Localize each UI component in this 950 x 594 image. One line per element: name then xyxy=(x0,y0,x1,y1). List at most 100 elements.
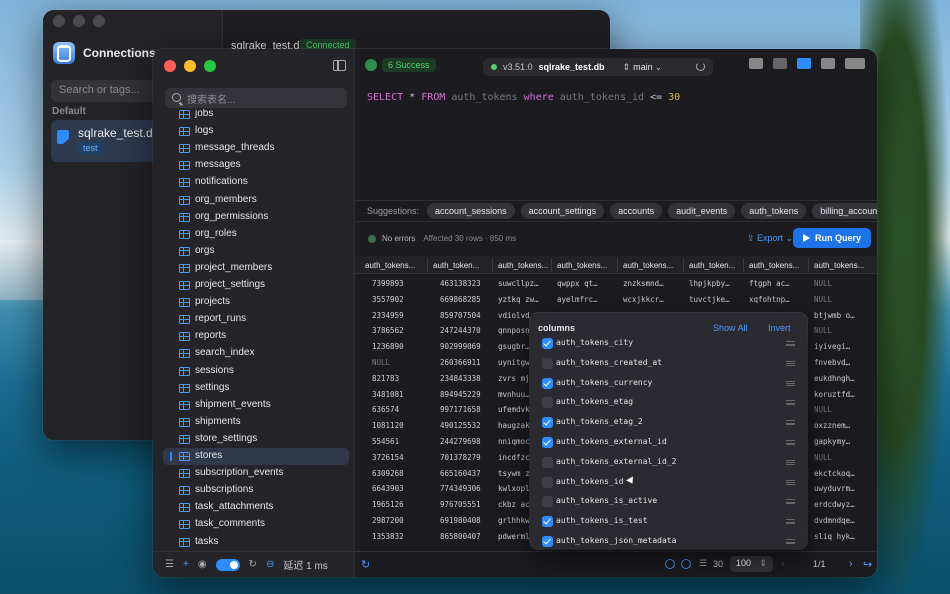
limit-stepper[interactable]: 100 ⇕ xyxy=(730,556,773,572)
sidebar-item-org_roles[interactable]: org_roles xyxy=(163,226,349,243)
eye-icon[interactable]: ◉ xyxy=(198,559,207,570)
column-toggle-item[interactable]: auth_tokens_is_active xyxy=(530,492,807,512)
checkbox[interactable] xyxy=(542,338,553,349)
table-cell[interactable]: dvdmndqe… xyxy=(814,516,855,525)
drag-handle-icon[interactable] xyxy=(786,440,795,445)
sidebar-item-shipment_events[interactable]: shipment_events xyxy=(163,397,349,414)
column-header[interactable]: auth_tokens... xyxy=(557,261,607,270)
table-cell[interactable]: 3481081 xyxy=(372,390,404,399)
sql-editor[interactable]: SELECT * FROM auth_tokens where auth_tok… xyxy=(355,84,877,200)
table-cell[interactable]: 1353832 xyxy=(372,532,404,541)
table-cell[interactable]: 3557902 xyxy=(372,295,404,304)
column-toggle-item[interactable]: auth_tokens_json_metadata xyxy=(530,532,807,549)
drag-handle-icon[interactable] xyxy=(786,499,795,505)
table-cell[interactable]: NULL xyxy=(814,405,832,414)
suggestion-chip[interactable]: auth_tokens xyxy=(741,203,807,219)
column-header[interactable]: auth_token... xyxy=(433,261,479,270)
column-toggle-item[interactable]: auth_tokens_city xyxy=(530,334,807,354)
column-resize-handle[interactable] xyxy=(551,258,552,272)
table-cell[interactable]: nniqmoc… xyxy=(498,437,534,446)
table-cell[interactable]: 6309268 xyxy=(372,469,404,478)
table-cell[interactable]: 701378279 xyxy=(440,453,481,462)
column-toggle-item[interactable]: auth_tokens_is_test xyxy=(530,512,807,532)
column-header[interactable]: auth_tokens... xyxy=(623,261,673,270)
checkbox[interactable] xyxy=(542,476,553,488)
table-cell[interactable]: 1965126 xyxy=(372,500,404,509)
column-resize-handle[interactable] xyxy=(808,258,809,272)
table-cell[interactable]: uynitgw… xyxy=(498,358,534,367)
table-cell[interactable]: xqfohtnp… xyxy=(749,295,790,304)
table-cell[interactable]: 997171658 xyxy=(440,405,481,414)
table-cell[interactable]: 665160437 xyxy=(440,469,481,478)
table-cell[interactable]: NULL xyxy=(814,295,832,304)
table-view-icon[interactable] xyxy=(749,58,763,69)
sidebar-item-project_settings[interactable]: project_settings xyxy=(163,277,349,294)
table-cell[interactable]: 554561 xyxy=(372,437,399,446)
table-cell[interactable]: 260366911 xyxy=(440,358,481,367)
table-cell[interactable]: 6643903 xyxy=(372,484,404,493)
sidebar-item-project_members[interactable]: project_members xyxy=(163,260,349,277)
table-cell[interactable]: znzksmnd… xyxy=(623,279,664,288)
table-search-input[interactable]: 搜索表名... xyxy=(165,88,347,108)
drag-handle-icon[interactable] xyxy=(786,539,795,544)
checkbox[interactable] xyxy=(542,437,553,448)
column-toggle-item[interactable]: auth_tokens_currency xyxy=(530,374,807,394)
sidebar-item-messages[interactable]: messages xyxy=(163,157,349,174)
column-toggle-item[interactable]: auth_tokens_created_at xyxy=(530,354,807,374)
table-cell[interactable]: 247244370 xyxy=(440,326,481,335)
table-cell[interactable]: 234843338 xyxy=(440,374,481,383)
last-page-icon[interactable]: ↪ xyxy=(863,558,872,571)
table-cell[interactable]: qnnposn… xyxy=(498,326,534,335)
grid-view-icon[interactable] xyxy=(821,58,835,69)
sidebar-item-logs[interactable]: logs xyxy=(163,123,349,140)
checkbox[interactable] xyxy=(542,496,553,508)
table-cell[interactable]: 894945229 xyxy=(440,390,481,399)
table-cell[interactable]: tsywm z… xyxy=(498,469,534,478)
suggestion-chip[interactable]: billing_accounts xyxy=(812,203,877,219)
table-cell[interactable]: incdfzc… xyxy=(498,453,534,462)
layout-menu-icon[interactable] xyxy=(845,58,865,69)
table-cell[interactable]: tuvctjke… xyxy=(689,295,730,304)
checkbox[interactable] xyxy=(542,516,553,528)
table-cell[interactable]: yztkq zw… xyxy=(498,295,539,304)
table-cell[interactable]: 463138323 xyxy=(440,279,481,288)
column-resize-handle[interactable] xyxy=(617,258,618,272)
table-cell[interactable]: 636574 xyxy=(372,405,399,414)
table-cell[interactable]: oxzznem… xyxy=(814,421,850,430)
sidebar-item-stores[interactable]: stores xyxy=(163,448,349,465)
sidebar-item-task_attachments[interactable]: task_attachments xyxy=(163,499,349,516)
column-header[interactable]: auth_token... xyxy=(689,261,735,270)
table-cell[interactable]: 902999069 xyxy=(440,342,481,351)
drag-handle-icon[interactable] xyxy=(786,519,795,525)
table-cell[interactable]: ufemdvk… xyxy=(498,405,534,414)
column-header[interactable]: auth_tokens... xyxy=(498,261,548,270)
table-cell[interactable]: pdwerml… xyxy=(498,532,534,541)
sidebar-item-report_runs[interactable]: report_runs xyxy=(163,311,349,328)
column-header[interactable]: auth_tokens... xyxy=(814,261,864,270)
table-cell[interactable]: ekctckoq… xyxy=(814,469,855,478)
sidebar-item-subscription_events[interactable]: subscription_events xyxy=(163,465,349,482)
table-cell[interactable]: 774349306 xyxy=(440,484,481,493)
table-cell[interactable]: 859707504 xyxy=(440,311,481,320)
connection-info[interactable]: v3.51.0 sqlrake_test.db ⇕ main ⌄ xyxy=(483,58,713,76)
table-cell[interactable]: qwppx qt… xyxy=(557,279,598,288)
branch-selector[interactable]: main xyxy=(633,62,653,72)
sidebar-item-subscriptions[interactable]: subscriptions xyxy=(163,482,349,499)
table-cell[interactable]: 244279698 xyxy=(440,437,481,446)
column-header[interactable]: auth_tokens... xyxy=(749,261,799,270)
table-cell[interactable]: suwcllpz… xyxy=(498,279,539,288)
table-cell[interactable]: btjwmb o… xyxy=(814,311,855,320)
sidebar-item-sessions[interactable]: sessions xyxy=(163,363,349,380)
table-cell[interactable]: NULL xyxy=(814,326,832,335)
sidebar-item-message_threads[interactable]: message_threads xyxy=(163,140,349,157)
table-cell[interactable]: 1081120 xyxy=(372,421,404,430)
checkbox[interactable] xyxy=(542,377,553,389)
sidebar-item-projects[interactable]: projects xyxy=(163,294,349,311)
json-view-icon[interactable] xyxy=(773,58,787,69)
table-cell[interactable]: kwlxopl… xyxy=(498,484,534,493)
table-cell[interactable]: 865800407 xyxy=(440,532,481,541)
window-controls[interactable] xyxy=(164,60,216,72)
table-cell[interactable]: koruztfd… xyxy=(814,390,855,399)
table-cell[interactable]: 821783 xyxy=(372,374,399,383)
close-button[interactable] xyxy=(164,60,176,72)
